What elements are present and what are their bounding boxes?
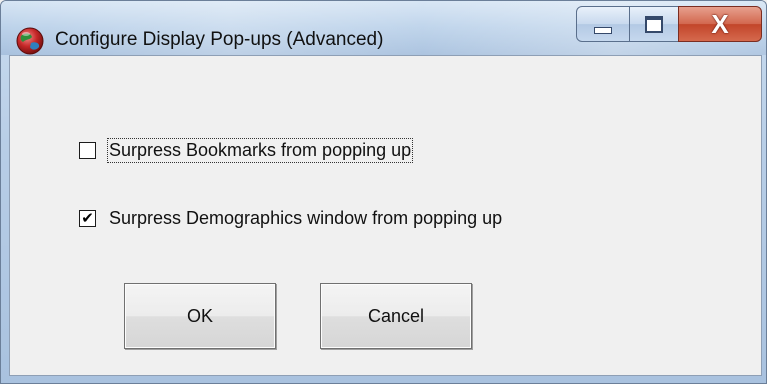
suppress-bookmarks-checkbox[interactable] [79,142,96,159]
globe-icon [16,27,44,55]
close-icon: X [711,9,729,39]
minimize-button[interactable] [576,6,630,42]
window-title: Configure Display Pop-ups (Advanced) [55,29,384,50]
suppress-demographics-checkbox[interactable]: ✔ [79,210,96,227]
dialog-window: Configure Display Pop-ups (Advanced) X S… [0,0,767,384]
suppress-demographics-label[interactable]: Surpress Demographics window from poppin… [108,207,503,230]
title-bar[interactable]: Configure Display Pop-ups (Advanced) X [1,1,766,55]
option-suppress-bookmarks[interactable]: Surpress Bookmarks from popping up [79,138,414,163]
close-button[interactable]: X [678,6,762,42]
option-suppress-demographics[interactable]: ✔ Surpress Demographics window from popp… [79,207,503,230]
maximize-button[interactable] [629,6,679,42]
maximize-icon [645,15,663,33]
suppress-bookmarks-label[interactable]: Surpress Bookmarks from popping up [106,138,414,163]
cancel-button[interactable]: Cancel [320,283,472,349]
minimize-icon [594,26,612,34]
ok-button[interactable]: OK [124,283,276,349]
dialog-body: Surpress Bookmarks from popping up ✔ Sur… [9,55,762,376]
